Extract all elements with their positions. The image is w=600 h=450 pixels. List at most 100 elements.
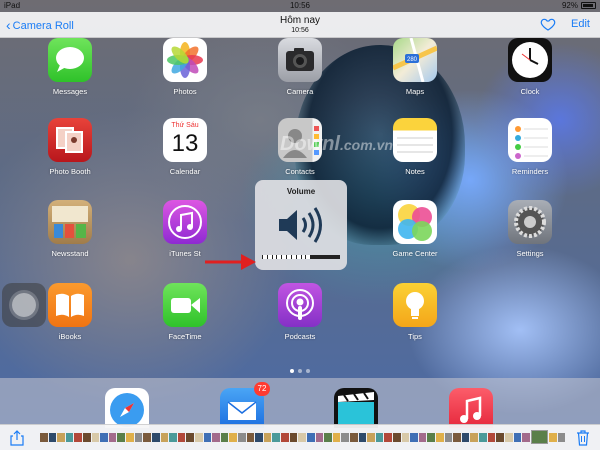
- app-itunes-store[interactable]: iTunes St: [150, 200, 220, 258]
- thumbnail[interactable]: [418, 433, 427, 442]
- thumbnail[interactable]: [194, 433, 203, 442]
- volume-segment: [306, 255, 311, 259]
- thumbnail[interactable]: [229, 433, 238, 442]
- thumbnail[interactable]: [306, 433, 315, 442]
- mail-icon[interactable]: 72: [220, 382, 270, 428]
- thumbnail[interactable]: [461, 433, 470, 442]
- notes-icon: [393, 118, 437, 162]
- thumbnail[interactable]: [83, 433, 91, 442]
- thumbnail[interactable]: [65, 433, 74, 442]
- settings-icon: [508, 200, 552, 244]
- thumbnail-strip[interactable]: [40, 430, 566, 444]
- thumbnail[interactable]: [263, 433, 272, 442]
- thumbnail[interactable]: [108, 433, 117, 442]
- thumbnail[interactable]: [375, 433, 384, 442]
- thumbnail[interactable]: [384, 433, 392, 442]
- safari-icon[interactable]: [105, 388, 149, 428]
- thumbnail[interactable]: [496, 433, 504, 442]
- app-clock[interactable]: Clock: [495, 38, 565, 96]
- thumbnail[interactable]: [470, 433, 479, 442]
- thumbnail[interactable]: [358, 433, 367, 442]
- app-messages[interactable]: Messages: [35, 38, 105, 96]
- share-icon[interactable]: [9, 430, 25, 446]
- music-icon[interactable]: [449, 388, 493, 428]
- thumbnail[interactable]: [487, 433, 496, 442]
- ibooks-icon: [48, 283, 92, 327]
- thumbnail[interactable]: [117, 433, 126, 442]
- edit-button[interactable]: Edit: [571, 18, 590, 30]
- thumbnail[interactable]: [436, 433, 444, 442]
- thumbnail[interactable]: [57, 433, 65, 442]
- thumbnail[interactable]: [513, 433, 522, 442]
- volume-segment: [330, 255, 335, 259]
- app-settings[interactable]: Settings: [495, 200, 565, 258]
- page-indicator: [0, 369, 600, 373]
- app-tips[interactable]: Tips: [380, 283, 450, 341]
- thumbnail[interactable]: [530, 430, 548, 444]
- app-newsstand[interactable]: Newsstand: [35, 200, 105, 258]
- thumbnail[interactable]: [392, 433, 401, 442]
- calendar-icon: Thứ Sáu 13: [163, 118, 207, 162]
- app-photo-booth[interactable]: Photo Booth: [35, 118, 105, 176]
- thumbnail[interactable]: [453, 433, 461, 442]
- assistive-touch-button[interactable]: [2, 283, 46, 327]
- thumbnail[interactable]: [410, 433, 418, 442]
- thumbnail[interactable]: [100, 433, 108, 442]
- thumbnail[interactable]: [272, 433, 281, 442]
- heart-icon[interactable]: [540, 16, 556, 32]
- thumbnail[interactable]: [401, 433, 410, 442]
- thumbnail[interactable]: [332, 433, 341, 442]
- thumbnail[interactable]: [281, 433, 289, 442]
- thumbnail[interactable]: [522, 433, 530, 442]
- battery-percent: 92%: [561, 1, 578, 10]
- volume-segment: [287, 255, 291, 259]
- videos-icon[interactable]: [334, 388, 378, 428]
- app-facetime[interactable]: FaceTime: [150, 283, 220, 341]
- thumbnail[interactable]: [40, 433, 48, 442]
- thumbnail[interactable]: [548, 433, 557, 442]
- thumbnail[interactable]: [444, 433, 453, 442]
- thumbnail[interactable]: [177, 433, 186, 442]
- thumbnail[interactable]: [186, 433, 194, 442]
- thumbnail[interactable]: [48, 433, 57, 442]
- app-reminders[interactable]: Reminders: [495, 118, 565, 176]
- thumbnail[interactable]: [298, 433, 306, 442]
- thumbnail[interactable]: [169, 433, 177, 442]
- app-label: Game Center: [392, 249, 438, 258]
- thumbnail[interactable]: [143, 433, 151, 442]
- app-podcasts[interactable]: Podcasts: [265, 283, 335, 341]
- thumbnail[interactable]: [289, 433, 298, 442]
- thumbnail[interactable]: [238, 433, 246, 442]
- thumbnail[interactable]: [203, 433, 212, 442]
- thumbnail[interactable]: [349, 433, 358, 442]
- app-calendar[interactable]: Thứ Sáu 13 Calendar: [150, 118, 220, 176]
- volume-segment: [291, 255, 296, 259]
- thumbnail[interactable]: [91, 433, 100, 442]
- app-game-center[interactable]: Game Center: [380, 200, 450, 258]
- thumbnail[interactable]: [151, 433, 160, 442]
- trash-icon[interactable]: [575, 429, 591, 446]
- thumbnail[interactable]: [160, 433, 169, 442]
- app-camera[interactable]: Camera: [265, 38, 335, 96]
- thumbnail[interactable]: [255, 433, 263, 442]
- app-maps[interactable]: 280 Maps: [380, 38, 450, 96]
- thumbnail[interactable]: [557, 433, 566, 442]
- app-label: iBooks: [58, 332, 82, 341]
- thumbnail[interactable]: [134, 433, 143, 442]
- calendar-date: 13: [171, 130, 199, 157]
- thumbnail[interactable]: [220, 433, 229, 442]
- app-label: Contacts: [285, 167, 315, 176]
- thumbnail[interactable]: [504, 433, 513, 442]
- thumbnail[interactable]: [212, 433, 220, 442]
- app-photos[interactable]: Photos: [150, 38, 220, 96]
- thumbnail[interactable]: [246, 433, 255, 442]
- thumbnail[interactable]: [126, 433, 134, 442]
- thumbnail[interactable]: [341, 433, 349, 442]
- thumbnail[interactable]: [427, 433, 436, 442]
- thumbnail[interactable]: [74, 433, 83, 442]
- volume-segment: [320, 255, 325, 259]
- thumbnail[interactable]: [315, 433, 324, 442]
- thumbnail[interactable]: [479, 433, 487, 442]
- thumbnail[interactable]: [367, 433, 375, 442]
- thumbnail[interactable]: [324, 433, 332, 442]
